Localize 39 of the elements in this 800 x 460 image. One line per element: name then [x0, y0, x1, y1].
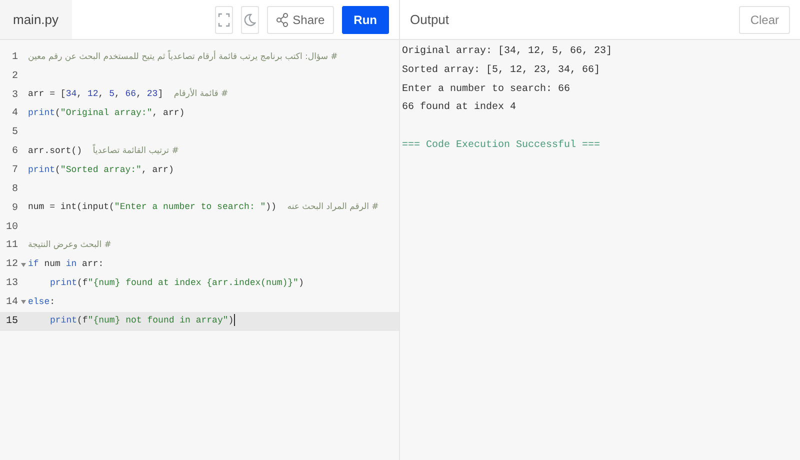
run-button[interactable]: Run	[342, 6, 389, 34]
output-line: 66 found at index 4	[402, 100, 516, 116]
line-number: 8	[10, 182, 18, 197]
line-number: 5	[10, 126, 18, 140]
output-title: Output	[410, 10, 450, 29]
line-number: 10	[4, 220, 18, 235]
clear-button[interactable]: Clear	[739, 6, 790, 34]
line-number: 6	[10, 145, 18, 160]
fold-arrow-icon[interactable]	[20, 262, 26, 267]
line-number: 7	[10, 164, 18, 178]
line-number: 3	[10, 88, 18, 103]
fold-arrow-icon[interactable]	[20, 300, 26, 304]
share-button[interactable]: Share	[266, 6, 334, 34]
output-line: Original array: [34, 12, 5, 66, 23]	[402, 44, 612, 59]
line-number: 4	[10, 107, 18, 122]
code-line: print("Sorted array:", arr)	[28, 164, 174, 177]
code-line: if num in arr:	[28, 258, 104, 271]
line-number: 13	[4, 277, 18, 292]
theme-button[interactable]	[240, 6, 259, 34]
status-message: === Code Execution Successful ===	[402, 138, 600, 154]
line-number: 14	[4, 296, 18, 310]
code-line: print("Original array:", arr)	[28, 107, 185, 120]
code-line: # البحث وعرض النتيجة	[28, 239, 112, 252]
code-line: else:	[28, 296, 56, 309]
fullscreen-button[interactable]	[214, 6, 233, 34]
line-number: 1	[10, 50, 18, 65]
code-line: print(f"{num} not found in array")	[49, 314, 235, 328]
line-number: 2	[10, 70, 18, 84]
code-line: # سؤال: اكتب برنامج يرتب قائمة أرقام تصاعدياً ثم يتيح للمستخدم البحث عن رقم معين	[28, 50, 338, 64]
line-number: 12	[4, 258, 18, 272]
share-icon	[276, 12, 288, 26]
line-number: 11	[4, 239, 18, 254]
moon-icon	[244, 12, 256, 26]
line-number: 15	[4, 314, 18, 329]
line-number: 9	[10, 202, 18, 216]
code-line: print(f"{num} found at index {arr.index(num)}")	[49, 276, 304, 290]
output-line: Enter a number to search: 66	[402, 82, 570, 97]
fullscreen-icon	[218, 12, 230, 26]
output-line: Sorted array: [5, 12, 23, 34, 66]	[402, 64, 600, 78]
